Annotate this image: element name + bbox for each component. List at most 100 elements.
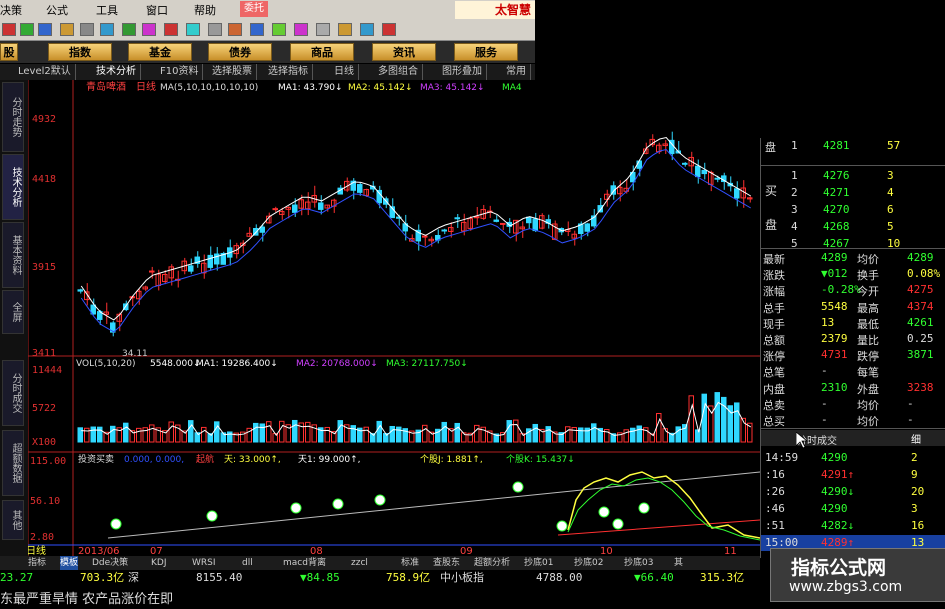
exit-icon[interactable] [382,23,396,36]
tab-select-stock[interactable]: 选择股票 [208,64,257,80]
ticks-tab-detail[interactable]: 细 [911,431,921,446]
vtab-excess[interactable]: 超额数据 [2,430,24,496]
nav-fund[interactable]: 基金 [128,43,192,61]
status-val: ▼66.40 [634,571,674,584]
settings-icon[interactable] [294,23,308,36]
tab-tech-analysis[interactable]: 技术分析 [92,64,141,80]
zoom-icon[interactable] [316,23,330,36]
indicator-tab[interactable]: 超额分析 [474,556,510,570]
candle-body [188,265,194,272]
stat-value: 3871 [907,348,934,362]
vtab-basic[interactable]: 基本资料 [2,222,24,288]
indicator-tab[interactable]: dll [242,556,253,570]
vtab-tech[interactable]: 技术分析 [2,154,24,220]
volume-bar [474,424,480,443]
ind-gegu-j: 个股J: 1.881↑, [420,454,483,465]
signal-bubble-icon [374,494,386,506]
buy-row: 1 4276 3 [761,168,945,184]
stat-key: 换手 [857,269,879,283]
stock-icon[interactable] [122,23,136,36]
sell-level: 1 [791,139,798,152]
volume-bar [136,427,142,443]
volume-bar [734,402,740,443]
ma3-value: MA3: 45.142↓ [420,83,485,93]
tab-daily[interactable]: 日线 [330,64,359,80]
stat-key: 每笔 [857,366,879,380]
nav-stock[interactable]: 股 [0,43,18,61]
candle-body [207,254,213,268]
volume-bar [506,420,512,443]
menu-decision[interactable]: 决策 [0,2,22,18]
trade-dropdown[interactable]: 委托 [240,1,268,17]
indicator-tab[interactable]: Dde决策 [92,556,128,570]
indicator-tab[interactable]: KDJ [151,556,167,570]
menu-window[interactable]: 窗口 [146,2,168,18]
grid-icon[interactable] [20,23,34,36]
volume-bar [630,427,636,443]
binoculars-icon[interactable] [100,23,114,36]
stat-row: 涨跌 ▼012 换手 0.08% [761,266,945,282]
menu-help[interactable]: 帮助 [194,2,216,18]
trend-line [107,471,760,539]
tab-multi-chart[interactable]: 多图组合 [374,64,423,80]
stat-row: 总笔 - 每笔 [761,363,945,379]
vtab-other[interactable]: 其他 [2,500,24,540]
dollar-icon[interactable] [2,23,16,36]
search-icon[interactable] [80,23,94,36]
indicator-tab[interactable]: WRSI [192,556,216,570]
folder-icon[interactable] [338,23,352,36]
indicator-tab[interactable]: 抄底02 [574,556,603,570]
nav-news[interactable]: 资讯 [372,43,436,61]
vtab-ticks[interactable]: 分时成交 [2,360,24,426]
stat-value: - [821,364,828,378]
tick-vol: 3 [911,502,918,515]
nav-bond[interactable]: 债券 [208,43,272,61]
tab-f10[interactable]: F10资料 [156,64,204,80]
news-icon[interactable] [60,23,74,36]
signal-bubble-icon [598,506,610,518]
volume-bar [350,425,356,443]
nav-service[interactable]: 服务 [454,43,518,61]
vtab-intraday[interactable]: 分时走势 [2,82,24,152]
stat-value: 4275 [907,283,934,297]
news-text[interactable]: 东最严重旱情 农产品涨价在即 [0,588,173,607]
stat-key: 均价 [857,253,879,266]
filter-icon[interactable] [142,23,156,36]
kline-chart[interactable]: 青岛啤酒 日线 MA(5,10,10,10,10,10) MA1: 43.790… [28,80,760,556]
help-icon[interactable] [360,23,374,36]
indicator-tab[interactable]: 抄底03 [624,556,653,570]
volume-bar [532,423,538,443]
window-icon[interactable] [186,23,200,36]
indicator-tab[interactable]: macd背离 [283,556,326,570]
stat-key: 涨停 [763,350,785,364]
indicator-tab[interactable]: 模板 [60,556,79,570]
menu-formula[interactable]: 公式 [46,2,68,18]
indicator-tab[interactable]: 查股东 [433,556,460,570]
menu-tools[interactable]: 工具 [96,2,118,18]
candle-body [636,160,642,169]
volume-bar [149,424,155,443]
tab-common[interactable]: 常用 [502,64,531,80]
user-icon[interactable] [250,23,264,36]
tab-select-indicator[interactable]: 选择指标 [264,64,313,80]
indicator-tab[interactable]: 标准 [401,556,419,570]
chart-icon[interactable] [38,23,52,36]
indicator-tab[interactable]: 其 [674,556,683,570]
indicator-tab[interactable]: 抄底01 [524,556,553,570]
book-icon[interactable] [228,23,242,36]
vtab-fullscreen[interactable]: 全屏 [2,290,24,334]
nav-index[interactable]: 指数 [48,43,112,61]
tab-level2[interactable]: Level2默认 [14,64,76,80]
nav-commodity[interactable]: 商品 [290,43,354,61]
tick-time: :16 [765,468,785,481]
stat-value: - [821,396,828,410]
indicator-tab[interactable]: 指标 [28,556,46,570]
ind-green-line [567,477,760,541]
print-icon[interactable] [208,23,222,36]
indicator-tab[interactable]: zzcl [351,556,368,570]
alert-icon[interactable] [164,23,178,36]
tool-icon[interactable] [272,23,286,36]
tab-overlay[interactable]: 图形叠加 [438,64,487,80]
stat-key: 涨跌 [763,269,785,283]
candle-body [474,216,480,219]
